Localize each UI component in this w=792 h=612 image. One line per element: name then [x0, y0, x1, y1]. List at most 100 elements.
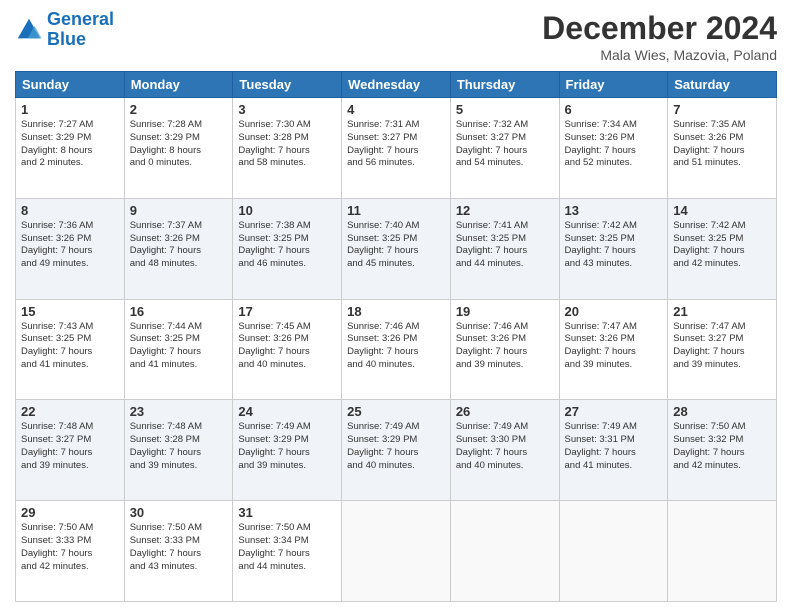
col-sunday: Sunday [16, 72, 125, 98]
header: General Blue December 2024 Mala Wies, Ma… [15, 10, 777, 63]
day-number: 3 [238, 102, 336, 117]
day-number: 17 [238, 304, 336, 319]
calendar-week-4: 22Sunrise: 7:48 AM Sunset: 3:27 PM Dayli… [16, 400, 777, 501]
day-info: Sunrise: 7:42 AM Sunset: 3:25 PM Dayligh… [565, 220, 663, 271]
table-row: 13 Sunrise: 7:42 AM Sunset: 3:25 PM Dayli… [559, 198, 668, 299]
table-row: 27 Sunrise: 7:49 AM Sunset: 3:31 PM Dayli… [559, 400, 668, 501]
location-title: Mala Wies, Mazovia, Poland [542, 47, 777, 63]
day-info: Sunrise: 7:44 AM Sunset: 3:25 PM Dayligh… [130, 321, 228, 372]
table-row [559, 501, 668, 602]
day-info: Sunrise: 7:49 AM Sunset: 3:30 PM Dayligh… [456, 421, 554, 472]
day-number: 28 [673, 404, 771, 419]
calendar-week-5: 29 Sunrise: 7:50 AM Sunset: 3:33 PM Dayli… [16, 501, 777, 602]
title-area: December 2024 Mala Wies, Mazovia, Poland [542, 10, 777, 63]
logo-icon [15, 16, 43, 44]
month-title: December 2024 [542, 10, 777, 47]
calendar: Sunday Monday Tuesday Wednesday Thursday… [15, 71, 777, 602]
day-number: 25 [347, 404, 445, 419]
table-row [668, 501, 777, 602]
day-info: Sunrise: 7:48 AM Sunset: 3:27 PM Dayligh… [21, 421, 119, 472]
day-number: 1 [21, 102, 119, 117]
day-info: Sunrise: 7:49 AM Sunset: 3:29 PM Dayligh… [347, 421, 445, 472]
day-number: 8 [21, 203, 119, 218]
day-info: Sunrise: 7:45 AM Sunset: 3:26 PM Dayligh… [238, 321, 336, 372]
day-info: Sunrise: 7:37 AM Sunset: 3:26 PM Dayligh… [130, 220, 228, 271]
calendar-week-2: 8Sunrise: 7:36 AM Sunset: 3:26 PM Daylig… [16, 198, 777, 299]
table-row: 21Sunrise: 7:47 AM Sunset: 3:27 PM Dayli… [668, 299, 777, 400]
table-row: 22Sunrise: 7:48 AM Sunset: 3:27 PM Dayli… [16, 400, 125, 501]
table-row: 20 Sunrise: 7:47 AM Sunset: 3:26 PM Dayli… [559, 299, 668, 400]
day-number: 23 [130, 404, 228, 419]
table-row: 19Sunrise: 7:46 AM Sunset: 3:26 PM Dayli… [450, 299, 559, 400]
calendar-week-1: 1 Sunrise: 7:27 AM Sunset: 3:29 PM Daylig… [16, 98, 777, 199]
day-number: 4 [347, 102, 445, 117]
day-number: 26 [456, 404, 554, 419]
col-friday: Friday [559, 72, 668, 98]
day-number: 13 [565, 203, 663, 218]
table-row: 15 Sunrise: 7:43 AM Sunset: 3:25 PM Dayli… [16, 299, 125, 400]
table-row: 11 Sunrise: 7:40 AM Sunset: 3:25 PM Dayli… [342, 198, 451, 299]
table-row: 18Sunrise: 7:46 AM Sunset: 3:26 PM Dayli… [342, 299, 451, 400]
day-info: Sunrise: 7:41 AM Sunset: 3:25 PM Dayligh… [456, 220, 554, 271]
day-info: Sunrise: 7:47 AM Sunset: 3:26 PM Dayligh… [565, 321, 663, 372]
table-row: 17 Sunrise: 7:45 AM Sunset: 3:26 PM Dayli… [233, 299, 342, 400]
day-info: Sunrise: 7:30 AM Sunset: 3:28 PM Dayligh… [238, 119, 336, 170]
day-info: Sunrise: 7:28 AM Sunset: 3:29 PM Dayligh… [130, 119, 228, 170]
table-row: 31Sunrise: 7:50 AM Sunset: 3:34 PM Dayli… [233, 501, 342, 602]
col-wednesday: Wednesday [342, 72, 451, 98]
col-tuesday: Tuesday [233, 72, 342, 98]
table-row [450, 501, 559, 602]
table-row: 24Sunrise: 7:49 AM Sunset: 3:29 PM Dayli… [233, 400, 342, 501]
table-row [342, 501, 451, 602]
day-info: Sunrise: 7:43 AM Sunset: 3:25 PM Dayligh… [21, 321, 119, 372]
day-number: 14 [673, 203, 771, 218]
day-info: Sunrise: 7:42 AM Sunset: 3:25 PM Dayligh… [673, 220, 771, 271]
col-thursday: Thursday [450, 72, 559, 98]
day-number: 21 [673, 304, 771, 319]
page: General Blue December 2024 Mala Wies, Ma… [0, 0, 792, 612]
day-info: Sunrise: 7:40 AM Sunset: 3:25 PM Dayligh… [347, 220, 445, 271]
day-number: 30 [130, 505, 228, 520]
day-number: 29 [21, 505, 119, 520]
day-info: Sunrise: 7:50 AM Sunset: 3:33 PM Dayligh… [21, 522, 119, 573]
day-number: 2 [130, 102, 228, 117]
day-number: 27 [565, 404, 663, 419]
day-info: Sunrise: 7:46 AM Sunset: 3:26 PM Dayligh… [347, 321, 445, 372]
table-row: 16 Sunrise: 7:44 AM Sunset: 3:25 PM Dayli… [124, 299, 233, 400]
day-number: 16 [130, 304, 228, 319]
day-info: Sunrise: 7:49 AM Sunset: 3:31 PM Dayligh… [565, 421, 663, 472]
table-row: 8Sunrise: 7:36 AM Sunset: 3:26 PM Daylig… [16, 198, 125, 299]
day-info: Sunrise: 7:50 AM Sunset: 3:34 PM Dayligh… [238, 522, 336, 573]
table-row: 12 Sunrise: 7:41 AM Sunset: 3:25 PM Dayli… [450, 198, 559, 299]
day-number: 20 [565, 304, 663, 319]
day-number: 12 [456, 203, 554, 218]
table-row: 9 Sunrise: 7:37 AM Sunset: 3:26 PM Daylig… [124, 198, 233, 299]
logo: General Blue [15, 10, 114, 50]
table-row: 1 Sunrise: 7:27 AM Sunset: 3:29 PM Daylig… [16, 98, 125, 199]
table-row: 14 Sunrise: 7:42 AM Sunset: 3:25 PM Dayli… [668, 198, 777, 299]
day-number: 11 [347, 203, 445, 218]
day-number: 6 [565, 102, 663, 117]
logo-line2: Blue [47, 29, 86, 49]
day-info: Sunrise: 7:50 AM Sunset: 3:32 PM Dayligh… [673, 421, 771, 472]
day-info: Sunrise: 7:49 AM Sunset: 3:29 PM Dayligh… [238, 421, 336, 472]
day-number: 19 [456, 304, 554, 319]
day-info: Sunrise: 7:27 AM Sunset: 3:29 PM Dayligh… [21, 119, 119, 170]
table-row: 4 Sunrise: 7:31 AM Sunset: 3:27 PM Daylig… [342, 98, 451, 199]
calendar-week-3: 15 Sunrise: 7:43 AM Sunset: 3:25 PM Dayli… [16, 299, 777, 400]
day-info: Sunrise: 7:31 AM Sunset: 3:27 PM Dayligh… [347, 119, 445, 170]
table-row: 28 Sunrise: 7:50 AM Sunset: 3:32 PM Dayli… [668, 400, 777, 501]
day-number: 15 [21, 304, 119, 319]
table-row: 3 Sunrise: 7:30 AM Sunset: 3:28 PM Daylig… [233, 98, 342, 199]
logo-text: General Blue [47, 10, 114, 50]
table-row: 2 Sunrise: 7:28 AM Sunset: 3:29 PM Daylig… [124, 98, 233, 199]
table-row: 6Sunrise: 7:34 AM Sunset: 3:26 PM Daylig… [559, 98, 668, 199]
day-number: 10 [238, 203, 336, 218]
calendar-header-row: Sunday Monday Tuesday Wednesday Thursday… [16, 72, 777, 98]
day-number: 9 [130, 203, 228, 218]
logo-line1: General [47, 9, 114, 29]
table-row: 26 Sunrise: 7:49 AM Sunset: 3:30 PM Dayli… [450, 400, 559, 501]
table-row: 10Sunrise: 7:38 AM Sunset: 3:25 PM Dayli… [233, 198, 342, 299]
day-info: Sunrise: 7:35 AM Sunset: 3:26 PM Dayligh… [673, 119, 771, 170]
table-row: 25 Sunrise: 7:49 AM Sunset: 3:29 PM Dayli… [342, 400, 451, 501]
